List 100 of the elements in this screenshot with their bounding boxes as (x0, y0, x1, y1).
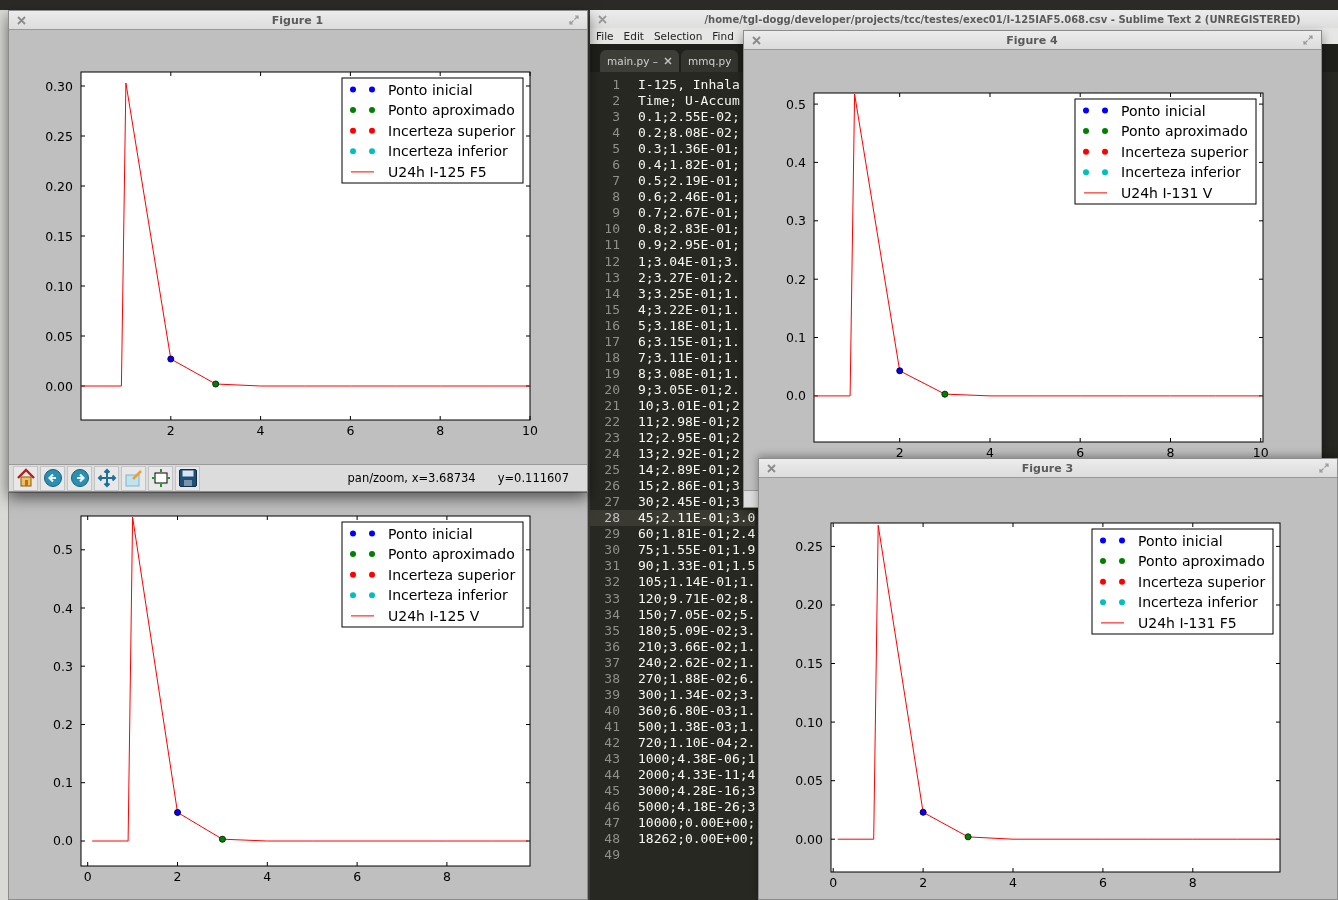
menu-item[interactable]: Edit (623, 30, 644, 42)
tick-label: 2 (166, 423, 175, 438)
line-number: 36 (603, 638, 621, 655)
legend-label: Ponto aproximado (1138, 553, 1265, 570)
code-line: 150;7.05E-02;5. (638, 606, 756, 623)
expand-icon[interactable] (569, 15, 579, 25)
tick-label: 8 (1188, 875, 1197, 890)
menu-item[interactable]: Selection (653, 30, 703, 42)
line-number: 13 (603, 269, 621, 286)
code-line: 500;1.38E-03;1. (638, 718, 756, 735)
line-number: 3 (611, 109, 621, 126)
tick-label: 0.20 (45, 178, 73, 194)
code-line: 0.2;8.08E-02; (638, 125, 740, 142)
expand-icon[interactable] (1319, 463, 1329, 473)
line-number: 42 (603, 734, 621, 751)
code-line: 105;1.14E-01;1. (638, 574, 756, 591)
tick-label: 8 (442, 869, 451, 884)
line-number: 45 (603, 783, 621, 800)
tick-label: 0 (829, 875, 838, 890)
tick-label: 0.0 (786, 388, 806, 404)
code-line: 300;1.34E-02;3. (638, 686, 756, 703)
file-tab[interactable]: main.py – (600, 50, 680, 72)
legend-label: Ponto aproximado (388, 546, 515, 563)
file-tab[interactable]: mmq.py (681, 50, 739, 72)
line-number: 29 (603, 526, 621, 543)
tick-label: 0.2 (786, 271, 806, 287)
code-line: 0.1;2.55E-02; (638, 109, 740, 126)
code-line: 720;1.10E-04;2. (638, 734, 756, 751)
code-line: 6;3.15E-01;1. (638, 333, 740, 350)
move-arrows-icon (96, 468, 117, 488)
line-number: 11 (603, 237, 621, 254)
line-number: 16 (603, 317, 621, 334)
legend-label: Incerteza superior (388, 122, 516, 139)
tick-label: 0.05 (795, 773, 823, 789)
line-number: 6 (611, 157, 621, 174)
line-number: 25 (603, 462, 621, 479)
code-line: 1000;4.38E-06;1 (638, 750, 756, 767)
line-number: 8 (611, 189, 621, 206)
code-line: 0.9;2.95E-01; (638, 237, 740, 254)
code-line: 18262;0.00E+00; (638, 831, 756, 848)
code-line: 10;3.01E-01;2 (638, 397, 740, 414)
menu-item[interactable]: Find (712, 30, 734, 42)
line-number: 30 (603, 542, 621, 559)
legend-label: Incerteza inferior (388, 587, 508, 604)
line-number: 35 (603, 622, 621, 639)
legend-label: Ponto aproximado (1121, 123, 1248, 140)
tick-label: 0.05 (45, 328, 73, 344)
code-line: Time; U-Accum (638, 93, 740, 110)
tick-label: 4 (1009, 875, 1017, 890)
line-number: 26 (603, 478, 621, 495)
menu-item[interactable]: File (596, 30, 614, 42)
tick-label: 0.5 (53, 542, 73, 558)
line-number: 1 (611, 77, 621, 94)
line-number: 32 (603, 574, 621, 591)
code-line: 13;2.92E-01;2 (638, 446, 740, 463)
legend-label: U24h I-131 F5 (1138, 614, 1237, 631)
tick-label: 2 (173, 869, 182, 884)
back-button[interactable] (40, 465, 65, 491)
line-number: 15 (603, 301, 621, 318)
code-line: 360;6.80E-03;1. (638, 702, 756, 719)
tick-label: 8 (1166, 445, 1175, 460)
code-line: 240;2.62E-02;1. (638, 654, 756, 671)
expand-icon[interactable] (1303, 35, 1313, 45)
legend-label: Ponto inicial (1138, 532, 1223, 549)
tick-label: 0.1 (53, 775, 73, 791)
subplots-button[interactable] (148, 465, 173, 491)
tick-label: 0.4 (53, 600, 73, 616)
line-number: 28 (590, 510, 638, 527)
status-text: y=0.111607 (497, 471, 569, 485)
save-button[interactable] (175, 465, 200, 491)
code-line: 90;1.33E-01;1.5 (638, 558, 756, 575)
code-line: 4;3.22E-01;1. (638, 301, 740, 318)
zoom-rectangle-icon (123, 468, 144, 488)
home-button[interactable] (13, 465, 38, 491)
code-line: 14;2.89E-01;2 (638, 462, 740, 479)
line-number: 22 (603, 414, 621, 431)
close-icon[interactable] (664, 57, 673, 65)
code-line: 210;3.66E-02;1. (638, 638, 756, 655)
line-number: 4 (611, 125, 621, 142)
pan-button[interactable] (94, 465, 119, 491)
tick-label: 0.3 (786, 213, 806, 229)
code-line: 9;3.05E-01;2. (638, 381, 740, 398)
tick-label: 0.00 (45, 378, 73, 394)
close-icon[interactable] (767, 463, 776, 473)
tick-label: 0.15 (45, 228, 73, 244)
legend-label: Incerteza inferior (388, 143, 508, 160)
legend-label: U24h I-125 V (388, 607, 480, 624)
tick-label: 10 (1252, 445, 1269, 460)
tick-label: 2 (895, 445, 904, 460)
close-icon[interactable] (17, 15, 26, 25)
tick-label: 0.30 (45, 78, 73, 94)
tick-label: 4 (256, 423, 265, 438)
legend-label: Incerteza superior (388, 566, 516, 583)
code-line: 3000;4.28E-16;3 (638, 783, 756, 800)
line-number: 39 (603, 686, 621, 703)
line-number: 24 (603, 446, 621, 463)
forward-button[interactable] (67, 465, 92, 491)
close-icon[interactable] (752, 35, 761, 45)
legend-label: Incerteza inferior (1121, 164, 1241, 181)
tick-label: 6 (353, 869, 362, 884)
